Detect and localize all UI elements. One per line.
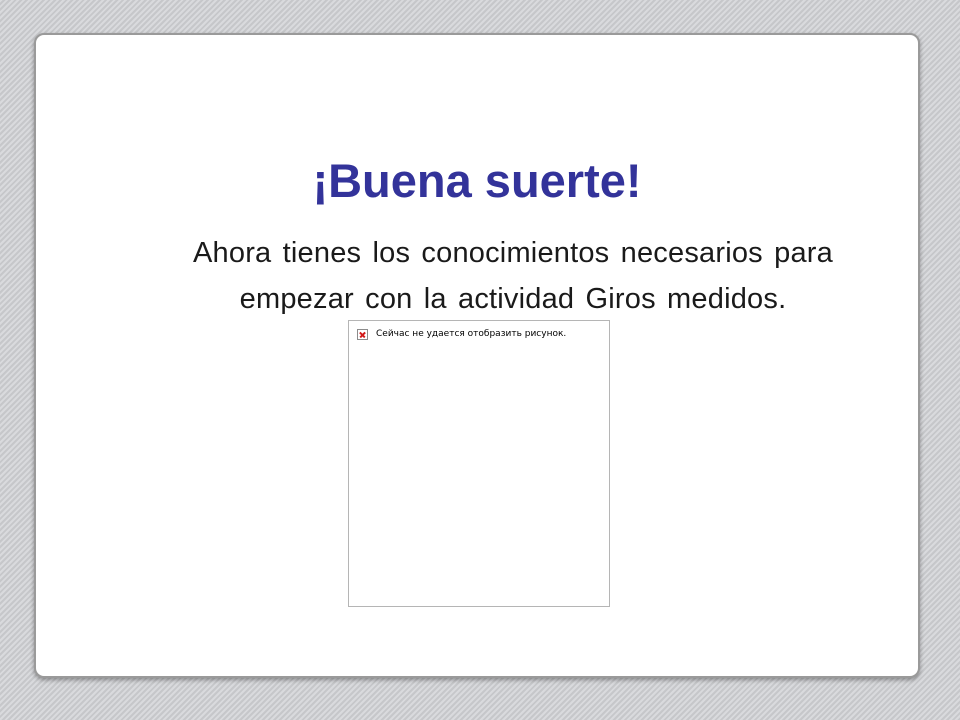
broken-image-placeholder: Сейчас не удается отобразить рисунок. (348, 320, 610, 607)
broken-image-message: Сейчас не удается отобразить рисунок. (376, 329, 567, 339)
slide-title: ¡Buena suerte! (312, 154, 642, 207)
broken-image-icon (357, 329, 368, 340)
slide-body-text: Ahora tienes los conocimientos necesario… (92, 230, 934, 322)
body-line-1: Ahora tienes los conocimientos necesario… (193, 237, 833, 269)
body-line-2: empezar con la actividad Giros medidos. (239, 283, 787, 315)
